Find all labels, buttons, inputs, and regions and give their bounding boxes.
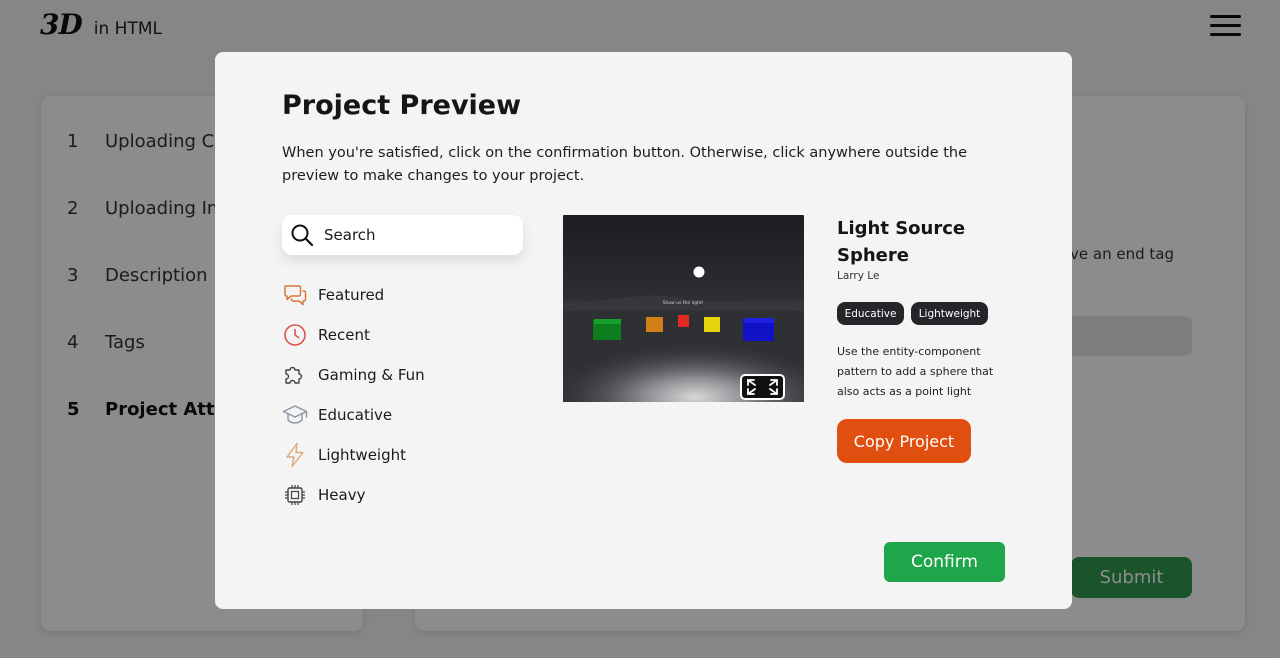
tag-educative[interactable]: Educative (837, 302, 904, 325)
category-lightweight[interactable]: Lightweight (282, 442, 406, 468)
category-educative[interactable]: Educative (282, 402, 392, 428)
chip-icon (282, 482, 308, 508)
graduation-cap-icon (282, 402, 308, 428)
light-sphere (693, 266, 705, 278)
search-label: Search (324, 226, 376, 244)
category-label: Lightweight (318, 446, 407, 464)
tag-lightweight[interactable]: Lightweight (911, 302, 988, 325)
puzzle-icon (282, 362, 308, 388)
category-featured[interactable]: Featured (282, 282, 384, 308)
category-gaming-fun[interactable]: Gaming & Fun (282, 362, 425, 388)
category-label: Featured (318, 286, 385, 304)
category-recent[interactable]: Recent (282, 322, 370, 348)
lightning-icon (282, 442, 308, 468)
project-preview-viewport[interactable]: Show us the light! (563, 215, 804, 402)
clock-icon (282, 322, 308, 348)
search-bar[interactable]: Search (282, 215, 523, 255)
confirm-button[interactable]: Confirm (884, 542, 1005, 582)
project-title: Light Source Sphere (837, 218, 966, 266)
project-author[interactable]: Larry Le (837, 270, 879, 282)
modal-title: Project Preview (282, 90, 522, 121)
project-preview-modal: Project Preview When you're satisfied, c… (215, 52, 1072, 609)
category-label: Gaming & Fun (318, 366, 425, 384)
category-label: Recent (318, 326, 370, 344)
category-label: Heavy (318, 486, 366, 504)
category-label: Educative (318, 406, 393, 424)
category-heavy[interactable]: Heavy (282, 482, 365, 508)
modal-description: When you're satisfied, click on the conf… (282, 145, 968, 184)
copy-project-button[interactable]: Copy Project (837, 419, 971, 463)
search-icon (291, 224, 314, 247)
project-description: Use the entity-component pattern to add … (837, 345, 994, 398)
chat-bubbles-icon (282, 282, 308, 308)
fullscreen-icon[interactable] (740, 374, 785, 400)
preview-scene-text: Show us the light! (663, 300, 704, 306)
